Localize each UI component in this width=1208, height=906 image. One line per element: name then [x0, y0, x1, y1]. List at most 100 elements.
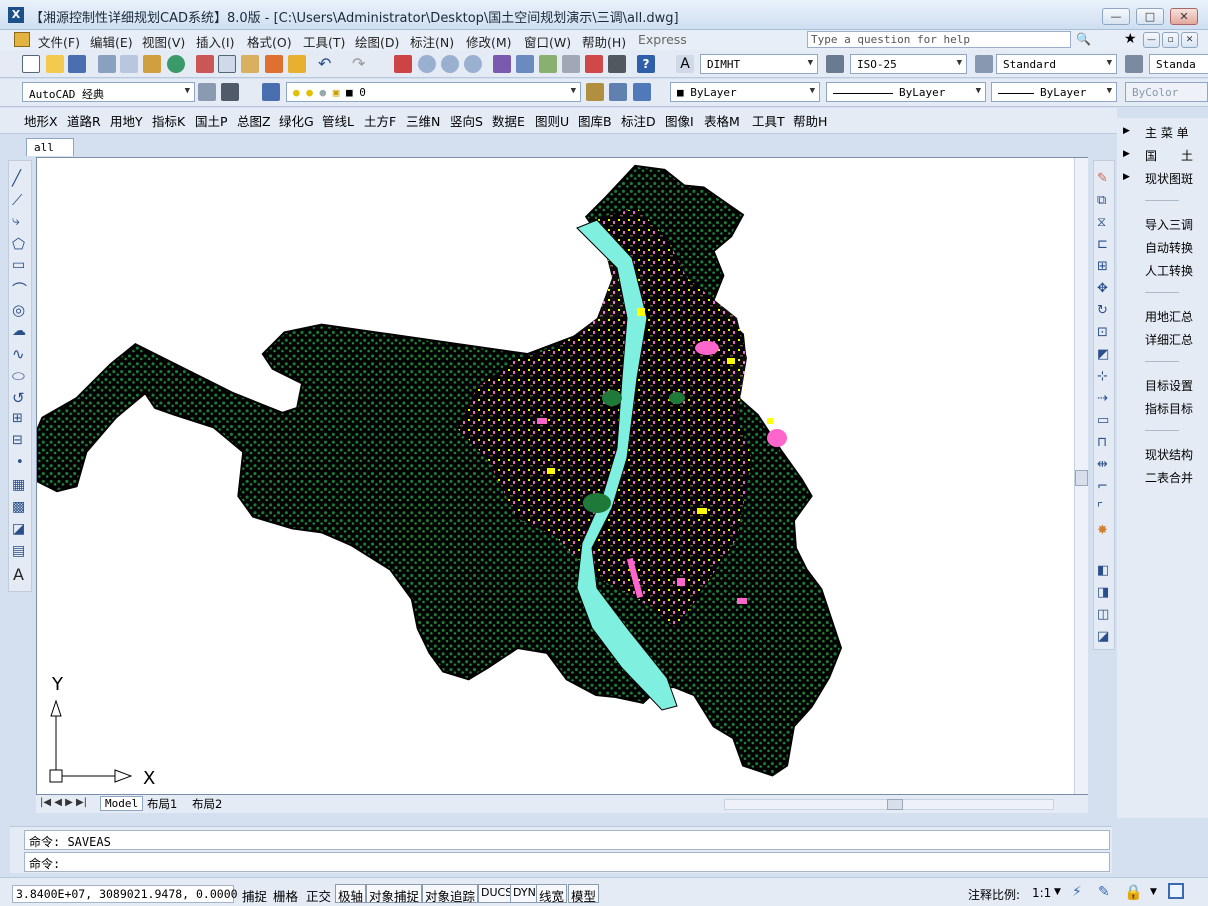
erase-icon[interactable]: ✎	[1097, 171, 1108, 186]
ellipse-arc-icon[interactable]: ↺	[12, 389, 25, 407]
lineweight-select[interactable]: ByLayer ▼	[991, 82, 1117, 102]
cn-menu-greening[interactable]: 绿化G	[279, 111, 314, 130]
trim-icon[interactable]: ⊹	[1097, 369, 1108, 384]
array-icon[interactable]: ⊞	[1097, 259, 1108, 274]
cn-menu-indicator[interactable]: 指标K	[152, 111, 185, 130]
annotation-scale-value[interactable]: 1:1	[1032, 886, 1051, 900]
make-current-layer-icon[interactable]	[586, 83, 604, 101]
layer-select[interactable]: ● ● ● ▣ ■ 0 ▼	[286, 82, 581, 102]
hatch-icon[interactable]: ▦	[12, 477, 25, 493]
help-search-input[interactable]: Type a question for help	[807, 31, 1071, 48]
insert-block-icon[interactable]: ⊞	[12, 411, 23, 426]
color-select[interactable]: ■ ByLayer ▼	[670, 82, 820, 102]
dyn-toggle[interactable]: DYN	[510, 884, 539, 903]
gradient-icon[interactable]: ▩	[12, 499, 25, 515]
markup-icon[interactable]	[585, 55, 603, 73]
side-index-target[interactable]: 指标目标	[1145, 400, 1193, 417]
publish-icon[interactable]	[143, 55, 161, 73]
rectangle-icon[interactable]: ▭	[12, 257, 25, 273]
cn-menu-image[interactable]: 图像I	[665, 111, 694, 130]
lineweight-toggle[interactable]: 线宽	[536, 884, 568, 904]
cn-menu-help[interactable]: 帮助H	[793, 111, 827, 130]
menu-insert[interactable]: 插入(I)	[196, 32, 234, 51]
menu-tools[interactable]: 工具(T)	[303, 32, 345, 51]
line-icon[interactable]: ╱	[12, 169, 21, 187]
layer-properties-icon[interactable]	[262, 83, 280, 101]
properties-icon[interactable]	[493, 55, 511, 73]
multileader-style-select[interactable]: Standa	[1149, 54, 1208, 74]
cn-menu-library[interactable]: 图库B	[578, 111, 612, 130]
side-target-settings[interactable]: 目标设置	[1145, 377, 1193, 394]
cn-menu-3d[interactable]: 三维N	[406, 111, 440, 130]
undo-icon[interactable]: ↶	[318, 54, 331, 73]
cn-menu-road[interactable]: 道路R	[67, 111, 101, 130]
menu-draw[interactable]: 绘图(D)	[355, 32, 399, 51]
cn-menu-masterplan[interactable]: 总图Z	[237, 111, 271, 130]
multiline-text-icon[interactable]: A	[13, 565, 24, 584]
fillet-icon[interactable]: ⌜	[1097, 501, 1103, 516]
zoom-window-icon[interactable]	[441, 55, 459, 73]
redo-icon[interactable]: ↷	[352, 54, 365, 73]
mirror-icon[interactable]: ⧖	[1097, 215, 1106, 230]
construction-line-icon[interactable]: ⟋	[12, 191, 23, 209]
menu-modify[interactable]: 修改(M)	[466, 32, 512, 51]
tab-nav-arrows[interactable]: |◀ ◀ ▶ ▶|	[40, 797, 87, 808]
workspace-settings-icon[interactable]	[198, 83, 216, 101]
side-import[interactable]: 导入三调	[1145, 216, 1193, 233]
side-detail-summary[interactable]: 详细汇总	[1145, 331, 1193, 348]
move-icon[interactable]: ✥	[1097, 281, 1108, 296]
restore-button[interactable]: □	[1136, 8, 1164, 25]
region-icon[interactable]: ◪	[12, 521, 25, 537]
polygon-icon[interactable]: ⬠	[12, 235, 25, 253]
app-icon[interactable]: X	[8, 7, 24, 23]
etransmit-icon[interactable]	[167, 55, 185, 73]
minimize-button[interactable]: —	[1102, 8, 1130, 25]
draworder-back-icon[interactable]: ◨	[1097, 585, 1109, 600]
coordinate-display[interactable]: 3.8400E+07, 3089021.9478, 0.0000	[12, 885, 238, 903]
favorites-star-icon[interactable]: ★	[1124, 31, 1137, 47]
doc-tab-all[interactable]: all	[26, 138, 74, 156]
text-style-icon[interactable]: A	[676, 55, 694, 73]
vertical-scrollbar[interactable]	[1074, 158, 1088, 794]
menu-express[interactable]: Express	[638, 32, 687, 47]
save-icon[interactable]	[68, 55, 86, 73]
search-icon[interactable]: 🔍	[1076, 32, 1091, 46]
osnap-toggle[interactable]: 对象捕捉	[366, 884, 423, 904]
workspace-save-icon[interactable]	[221, 83, 239, 101]
extend-icon[interactable]: ⇢	[1097, 391, 1108, 406]
break-point-icon[interactable]: ▭	[1097, 413, 1109, 428]
table-style-icon[interactable]	[975, 55, 993, 73]
side-auto-convert[interactable]: 自动转换	[1145, 239, 1193, 256]
help-icon[interactable]: ?	[637, 55, 655, 73]
status-menu-chevron-icon[interactable]: ▼	[1150, 887, 1157, 897]
menu-help[interactable]: 帮助(H)	[582, 32, 626, 51]
polyline-icon[interactable]: ⤷	[12, 213, 20, 229]
point-icon[interactable]: •	[16, 455, 24, 470]
doc-icon[interactable]	[14, 32, 30, 47]
menu-dimension[interactable]: 标注(N)	[410, 32, 454, 51]
print-preview-icon[interactable]	[120, 55, 138, 73]
plotstyle-select[interactable]: ByColor	[1125, 82, 1208, 102]
text-style-select[interactable]: DIMHT ▼	[700, 54, 818, 74]
paste-icon[interactable]	[241, 55, 259, 73]
model-toggle[interactable]: 模型	[568, 884, 600, 904]
side-merge-tables[interactable]: 二表合并	[1145, 469, 1193, 486]
cn-menu-annotation[interactable]: 标注D	[621, 111, 656, 130]
command-input[interactable]: 命令:	[24, 852, 1110, 872]
break-icon[interactable]: ⊓	[1097, 435, 1107, 450]
offset-icon[interactable]: ⊏	[1097, 237, 1108, 252]
tool-palettes-icon[interactable]	[539, 55, 557, 73]
copy-icon[interactable]	[218, 55, 236, 73]
dim-style-icon[interactable]	[826, 55, 844, 73]
clean-screen-icon[interactable]	[1168, 883, 1184, 899]
doc-close-button[interactable]: ✕	[1181, 32, 1198, 48]
stretch-icon[interactable]: ◩	[1097, 347, 1109, 362]
cn-menu-tools[interactable]: 工具T	[752, 111, 785, 130]
design-center-icon[interactable]	[516, 55, 534, 73]
layer-states-icon[interactable]	[633, 83, 651, 101]
cn-menu-vertical[interactable]: 竖向S	[450, 111, 483, 130]
horizontal-scrollbar[interactable]	[724, 799, 1054, 810]
vertical-scroll-thumb[interactable]	[1075, 470, 1088, 486]
table-icon[interactable]: ▤	[12, 543, 25, 559]
join-icon[interactable]: ⇹	[1097, 457, 1108, 472]
